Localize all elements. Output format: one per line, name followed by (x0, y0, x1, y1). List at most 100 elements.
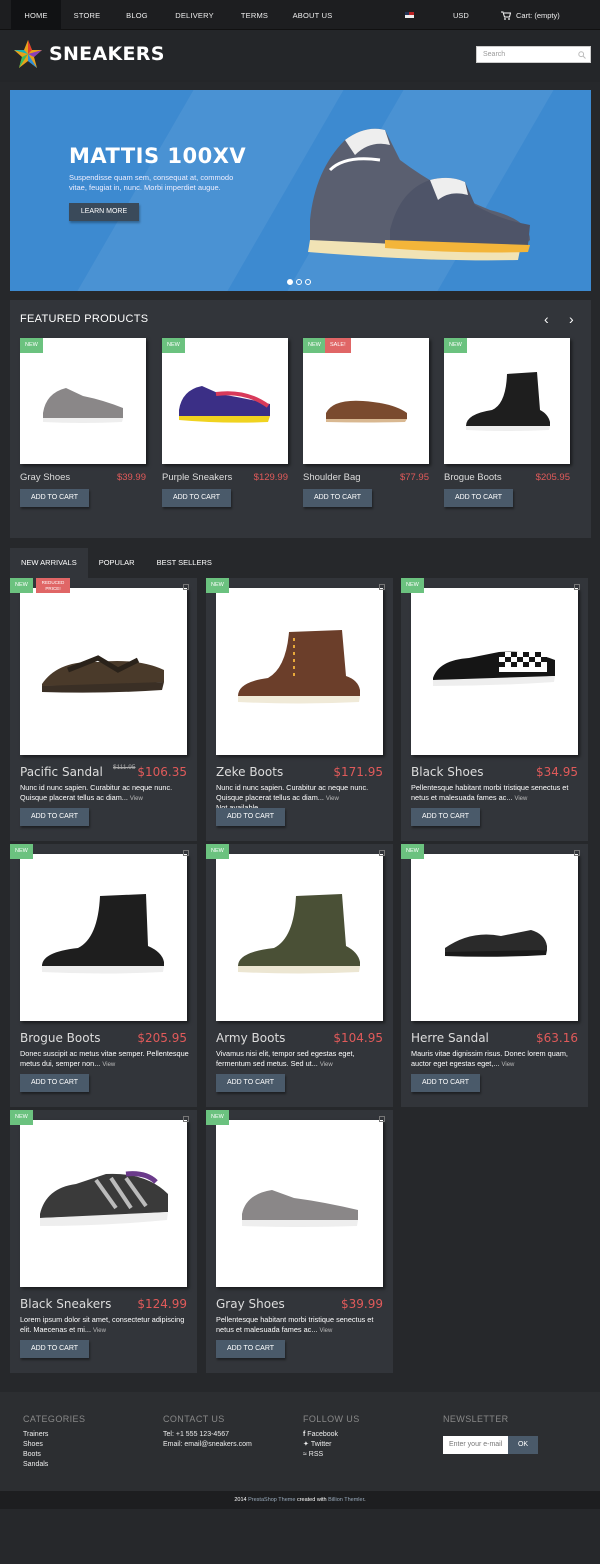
add-to-cart-button[interactable]: ADD TO CART (216, 808, 285, 826)
add-to-cart-button[interactable]: ADD TO CART (444, 489, 513, 507)
slider-dot[interactable] (305, 279, 311, 285)
old-price: $111.95 (113, 764, 136, 771)
tab-popular[interactable]: POPULAR (88, 548, 146, 578)
product-image[interactable] (411, 854, 578, 1021)
add-to-cart-button[interactable]: ADD TO CART (216, 1074, 285, 1092)
prev-arrow-icon[interactable]: ‹ (544, 311, 549, 327)
add-to-cart-button[interactable]: ADD TO CART (20, 1074, 89, 1092)
product-image[interactable] (20, 854, 187, 1021)
currency-selector[interactable]: USD (453, 0, 469, 31)
product-image[interactable] (20, 1120, 187, 1287)
compare-checkbox[interactable] (183, 850, 189, 856)
view-link[interactable]: View (326, 796, 339, 802)
top-nav-bar: HOME STORE BLOG DELIVERY TERMS ABOUT US … (0, 0, 600, 30)
product-name[interactable]: Gray Shoes (20, 472, 70, 483)
newsletter-ok-button[interactable]: OK (508, 1436, 538, 1454)
learn-more-button[interactable]: LEARN MORE (69, 203, 139, 221)
theme-link[interactable]: PrestaShop Theme (248, 1497, 295, 1503)
cart-link[interactable]: Cart: (empty) (501, 0, 560, 31)
twitter-link[interactable]: ✦ Twitter (303, 1440, 360, 1450)
shoe-image (242, 1185, 358, 1227)
add-to-cart-button[interactable]: ADD TO CART (20, 808, 89, 826)
product-name[interactable]: Pacific Sandal (20, 765, 103, 779)
logo[interactable]: SNEAKERS (13, 39, 165, 69)
new-badge: NEW (444, 338, 467, 353)
tab-new-arrivals[interactable]: NEW ARRIVALS (10, 548, 88, 578)
product-image[interactable] (216, 854, 383, 1021)
product-name[interactable]: Gray Shoes (216, 1297, 285, 1311)
slider-dots (287, 279, 311, 285)
nav-terms[interactable]: TERMS (228, 0, 281, 30)
search-input[interactable]: Search (476, 46, 591, 63)
product-name[interactable]: Black Sneakers (20, 1297, 111, 1311)
hero-title: MATTIS 100XV (69, 144, 247, 168)
footer-link[interactable]: Boots (23, 1450, 85, 1460)
product-name[interactable]: Purple Sneakers (162, 472, 232, 483)
product-image[interactable]: NEW (444, 338, 570, 464)
view-link[interactable]: View (320, 1062, 333, 1068)
compare-checkbox[interactable] (574, 850, 580, 856)
view-link[interactable]: View (130, 796, 143, 802)
nav-about-us[interactable]: ABOUT US (281, 0, 344, 30)
newsletter-email-input[interactable]: Enter your e-mail (443, 1436, 508, 1454)
compare-checkbox[interactable] (379, 1116, 385, 1122)
new-badge: NEW (162, 338, 185, 353)
us-flag-icon[interactable] (405, 12, 414, 18)
view-link[interactable]: View (102, 1062, 115, 1068)
add-to-cart-button[interactable]: ADD TO CART (411, 808, 480, 826)
author-link[interactable]: Billion Themler (328, 1497, 364, 1503)
product-image[interactable]: NEW SALE! (303, 338, 429, 464)
product-image[interactable] (411, 588, 578, 755)
add-to-cart-button[interactable]: ADD TO CART (162, 489, 231, 507)
footer-link[interactable]: Trainers (23, 1430, 85, 1440)
nav-blog[interactable]: BLOG (113, 0, 161, 30)
rss-link[interactable]: ≈ RSS (303, 1450, 360, 1460)
compare-checkbox[interactable] (379, 850, 385, 856)
product-name[interactable]: Zeke Boots (216, 765, 283, 779)
product-name[interactable]: Herre Sandal (411, 1031, 489, 1045)
add-to-cart-button[interactable]: ADD TO CART (20, 489, 89, 507)
view-link[interactable]: View (514, 796, 527, 802)
logo-text: SNEAKERS (49, 43, 165, 65)
email-link[interactable]: email@sneakers.com (184, 1440, 251, 1450)
compare-checkbox[interactable] (183, 584, 189, 590)
product-name[interactable]: Shoulder Bag (303, 472, 361, 483)
slider-dot[interactable] (287, 279, 293, 285)
compare-checkbox[interactable] (183, 1116, 189, 1122)
facebook-link[interactable]: f Facebook (303, 1430, 360, 1440)
compare-checkbox[interactable] (379, 584, 385, 590)
view-link[interactable]: View (319, 1328, 332, 1334)
search-icon[interactable] (578, 51, 586, 59)
product-tabs: NEW ARRIVALS POPULAR BEST SELLERS (10, 548, 223, 578)
product-image[interactable]: NEW (162, 338, 288, 464)
footer-link[interactable]: Sandals (23, 1460, 85, 1470)
nav-store[interactable]: STORE (61, 0, 113, 30)
product-image[interactable]: NEW (20, 338, 146, 464)
boot-image (466, 372, 550, 431)
product-name[interactable]: Army Boots (216, 1031, 285, 1045)
add-to-cart-button[interactable]: ADD TO CART (20, 1340, 89, 1358)
product-name[interactable]: Brogue Boots (444, 472, 502, 483)
tab-best-sellers[interactable]: BEST SELLERS (146, 548, 223, 578)
tel-label: Tel: (163, 1431, 174, 1438)
footer-link[interactable]: Shoes (23, 1440, 85, 1450)
product-name[interactable]: Black Shoes (411, 765, 483, 779)
view-link[interactable]: View (501, 1062, 514, 1068)
product-name[interactable]: Brogue Boots (20, 1031, 101, 1045)
footer-categories: CATEGORIES Trainers Shoes Boots Sandals (23, 1414, 85, 1470)
nav-home[interactable]: HOME (11, 0, 61, 30)
add-to-cart-button[interactable]: ADD TO CART (216, 1340, 285, 1358)
add-to-cart-button[interactable]: ADD TO CART (411, 1074, 480, 1092)
product-image[interactable] (216, 588, 383, 755)
nav-delivery[interactable]: DELIVERY (161, 0, 228, 30)
compare-checkbox[interactable] (574, 584, 580, 590)
product-image[interactable] (216, 1120, 383, 1287)
footer-heading: NEWSLETTER (443, 1414, 509, 1424)
next-arrow-icon[interactable]: › (569, 311, 574, 327)
product-image[interactable] (20, 588, 187, 755)
email-label: Email: (163, 1441, 183, 1448)
view-link[interactable]: View (93, 1328, 106, 1334)
product-price: $205.95 (535, 472, 570, 483)
add-to-cart-button[interactable]: ADD TO CART (303, 489, 372, 507)
slider-dot[interactable] (296, 279, 302, 285)
